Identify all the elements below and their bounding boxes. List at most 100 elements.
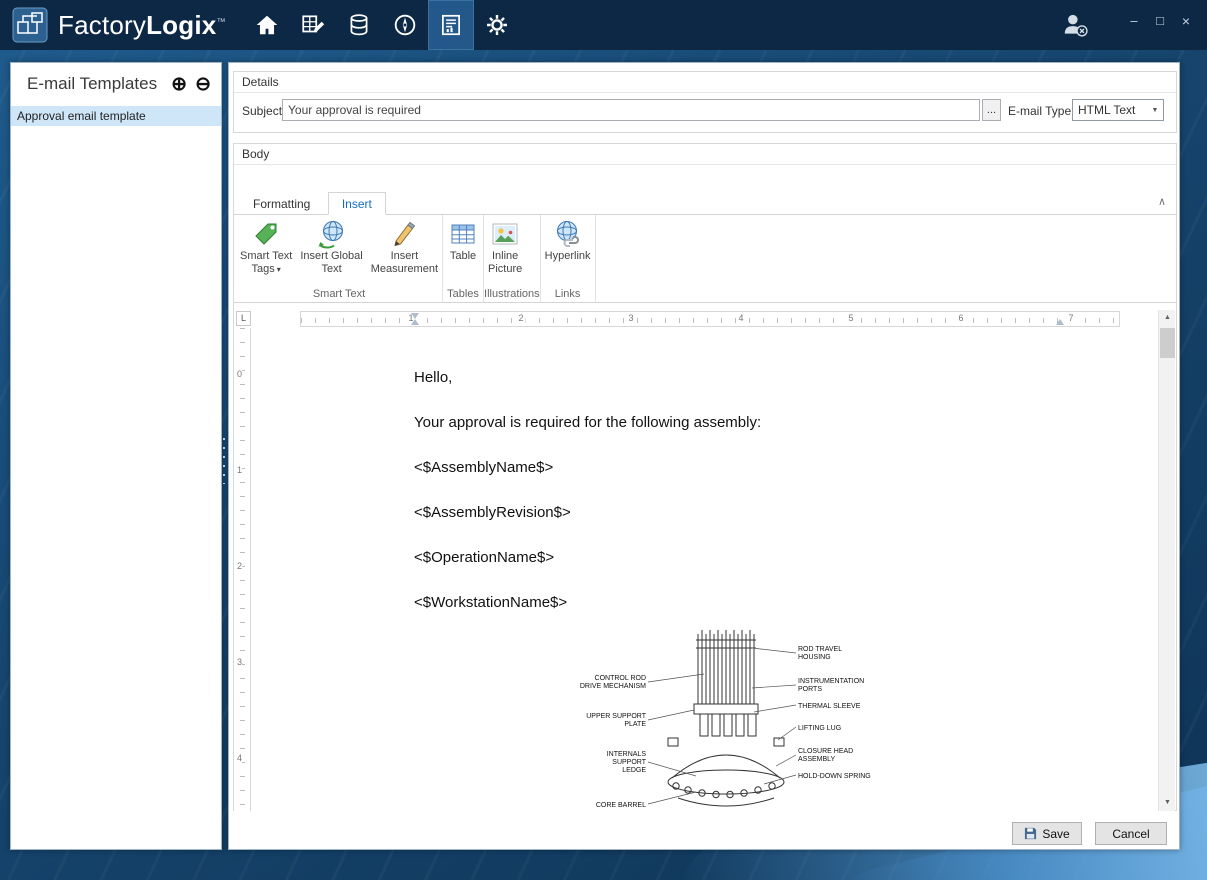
ribbon-group-tables: Table Tables xyxy=(443,215,484,302)
hyperlink-button[interactable]: Hyperlink xyxy=(541,215,595,263)
nav-data-button[interactable] xyxy=(336,0,382,50)
compass-icon xyxy=(392,12,418,38)
hyperlink-globe-icon xyxy=(552,218,584,250)
subject-label: Subject xyxy=(242,104,282,118)
titlebar: FactoryLogix™ xyxy=(0,0,1207,50)
scroll-down-button[interactable]: ▼ xyxy=(1159,795,1176,811)
vertical-scrollbar[interactable]: ▲ ▼ xyxy=(1158,310,1175,811)
close-button[interactable]: × xyxy=(1175,11,1197,39)
minimize-button[interactable]: – xyxy=(1123,11,1145,39)
diagram-label: INTERNALS xyxy=(607,751,647,758)
diagram-label: ROD TRAVEL xyxy=(798,646,842,653)
details-title: Details xyxy=(234,72,1176,93)
add-template-button[interactable]: ⊕ xyxy=(171,75,187,94)
ribbon-group-links: Hyperlink Links xyxy=(541,215,596,302)
dropdown-arrow-icon: ▾ xyxy=(277,265,281,274)
trademark: ™ xyxy=(216,16,225,26)
horizontal-ruler: L 1 2 3 4 5 6 7 xyxy=(234,310,1159,328)
nav-home-button[interactable] xyxy=(244,0,290,50)
main-panel: Details Subject ... E-mail Type HTML Tex… xyxy=(228,62,1180,850)
app-title-bold: Logix xyxy=(146,10,216,40)
document-image[interactable]: CONTROL ROD DRIVE MECHANISM UPPER SUPPOR… xyxy=(546,626,906,811)
diagram-label: PORTS xyxy=(798,686,822,693)
smart-text-tags-button[interactable]: Smart Text Tags▾ xyxy=(236,215,296,276)
inline-picture-button[interactable]: Inline Picture xyxy=(484,215,526,276)
maximize-button[interactable]: □ xyxy=(1149,11,1171,39)
right-indent-marker[interactable] xyxy=(1056,319,1064,325)
ruler-number: 1 xyxy=(237,464,242,476)
scroll-up-button[interactable]: ▲ xyxy=(1159,310,1176,326)
nav-templates-button[interactable] xyxy=(428,0,474,50)
ruler-number: 0 xyxy=(237,368,242,380)
database-icon xyxy=(346,12,372,38)
table-icon xyxy=(447,218,479,250)
list-item-approval-template[interactable]: Approval email template xyxy=(11,106,221,126)
document-paragraph: Your approval is required for the follow… xyxy=(414,413,1159,433)
diagram-label: SUPPORT xyxy=(612,759,646,766)
diagram-label: CONTROL ROD xyxy=(595,675,646,682)
group-caption-smart-text: Smart Text xyxy=(236,287,442,302)
nav-settings-button[interactable] xyxy=(474,0,520,50)
app-title: FactoryLogix™ xyxy=(58,10,226,41)
document-content: Hello, Your approval is required for the… xyxy=(251,328,1159,638)
document-paragraph: <$WorkstationName$> xyxy=(414,593,1159,613)
save-button[interactable]: Save xyxy=(1012,822,1082,845)
vertical-ruler: 0 1 2 3 4 xyxy=(234,328,251,811)
ribbon-tabs: Formatting Insert ∧ xyxy=(234,191,1176,215)
user-account-button[interactable] xyxy=(1055,0,1095,50)
ruler-number: 4 xyxy=(237,752,242,764)
ribbon-button-label: Insert xyxy=(391,250,419,263)
ribbon-button-label: Tags xyxy=(252,263,275,275)
ruler-ticks xyxy=(301,318,1119,323)
ribbon: Smart Text Tags▾ Insert Global Text xyxy=(234,215,1176,303)
combo-arrow-icon: ▼ xyxy=(1147,107,1163,114)
diagram-label: INSTRUMENTATION xyxy=(798,678,864,685)
email-type-value: HTML Text xyxy=(1073,103,1147,117)
group-caption-links: Links xyxy=(541,287,595,302)
ribbon-button-label: Measurement xyxy=(371,263,438,276)
table-button[interactable]: Table xyxy=(443,215,483,263)
document-editor[interactable]: Hello, Your approval is required for the… xyxy=(251,328,1159,811)
ribbon-group-smart-text: Smart Text Tags▾ Insert Global Text xyxy=(236,215,443,302)
nav-production-button[interactable] xyxy=(290,0,336,50)
diagram-label: CLOSURE HEAD xyxy=(798,748,853,755)
splitter-handle[interactable] xyxy=(221,438,227,484)
app-logo-icon xyxy=(12,7,48,43)
scroll-thumb[interactable] xyxy=(1160,328,1175,358)
ribbon-collapse-button[interactable]: ∧ xyxy=(1158,195,1166,208)
document-template-icon xyxy=(438,12,464,38)
details-groupbox: Details Subject ... E-mail Type HTML Tex… xyxy=(233,71,1177,133)
diagram-label: LIFTING LUG xyxy=(798,725,841,732)
insert-measurement-button[interactable]: Insert Measurement xyxy=(367,215,442,276)
home-icon xyxy=(254,12,280,38)
cancel-button[interactable]: Cancel xyxy=(1095,822,1167,845)
subject-input[interactable] xyxy=(282,99,980,121)
template-list: Approval email template xyxy=(11,106,221,126)
diagram-label: CORE BARREL xyxy=(596,802,646,809)
browse-button[interactable]: ... xyxy=(982,99,1001,121)
left-indent-marker[interactable] xyxy=(411,319,419,325)
diagram-label: LEDGE xyxy=(622,767,646,774)
nav-navigation-button[interactable] xyxy=(382,0,428,50)
ruler-corner[interactable]: L xyxy=(236,311,251,326)
ruler-number: 3 xyxy=(237,656,242,668)
diagram-label: PLATE xyxy=(624,721,646,728)
body-title: Body xyxy=(234,144,1176,165)
remove-template-button[interactable]: ⊖ xyxy=(195,75,211,94)
insert-global-text-button[interactable]: Insert Global Text xyxy=(296,215,366,276)
sidebar-title: E-mail Templates xyxy=(27,74,163,94)
ribbon-button-label: Table xyxy=(450,250,476,263)
save-icon xyxy=(1024,827,1037,840)
ribbon-group-illustrations: Inline Picture Illustrations xyxy=(484,215,541,302)
ribbon-button-label: Inline xyxy=(492,250,518,263)
sidebar: E-mail Templates ⊕ ⊖ Approval email temp… xyxy=(10,62,222,850)
tab-insert[interactable]: Insert xyxy=(328,192,386,215)
sidebar-header: E-mail Templates ⊕ ⊖ xyxy=(11,63,221,102)
tab-formatting[interactable]: Formatting xyxy=(240,193,323,214)
email-type-select[interactable]: HTML Text ▼ xyxy=(1072,99,1164,121)
ruler-number: 6 xyxy=(956,313,965,323)
picture-icon xyxy=(489,218,521,250)
ribbon-button-label: Insert Global xyxy=(300,250,362,263)
user-signout-icon xyxy=(1061,11,1089,39)
body-groupbox: Body Formatting Insert ∧ Smart Text Tags… xyxy=(233,143,1177,811)
